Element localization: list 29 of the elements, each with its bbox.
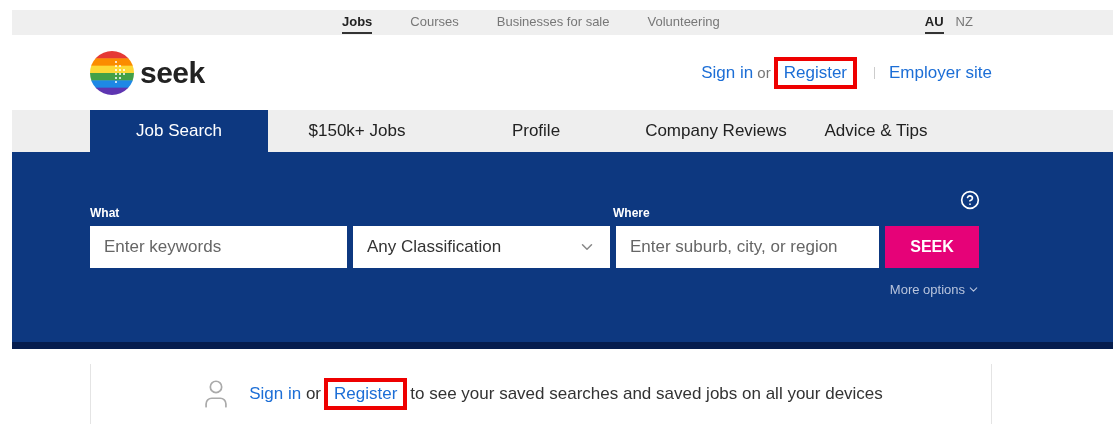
- banner-text: to see your saved searches and saved jobs on all your devices: [410, 384, 883, 404]
- sign-in-link[interactable]: Sign in: [249, 384, 302, 404]
- rainbow-circle-logo-icon: [90, 50, 134, 95]
- register-link[interactable]: Register: [773, 56, 857, 89]
- top-nav-link[interactable]: Courses: [410, 11, 459, 34]
- classification-select[interactable]: Any Classification: [353, 226, 610, 268]
- nav-tab[interactable]: Profile: [446, 110, 626, 152]
- or-text: or: [756, 64, 771, 81]
- or-text: or: [304, 384, 321, 404]
- location-field[interactable]: Enter suburb, city, or region: [616, 226, 879, 268]
- help-icon[interactable]: [960, 190, 980, 210]
- top-nav-link[interactable]: Jobs: [342, 11, 373, 34]
- nav-tab[interactable]: Company Reviews: [626, 110, 806, 152]
- top-nav-link[interactable]: Businesses for sale: [496, 11, 610, 34]
- nav-tab[interactable]: Advice & Tips: [806, 110, 946, 152]
- region-link[interactable]: NZ: [955, 11, 973, 34]
- register-link[interactable]: Register: [324, 378, 408, 410]
- nav-tab[interactable]: Job Search: [90, 110, 268, 152]
- what-label: What: [90, 206, 121, 220]
- employer-site-link[interactable]: Employer site: [889, 62, 992, 83]
- nav-tab[interactable]: $150k+ Jobs: [268, 110, 446, 152]
- logo-text: seek: [140, 55, 205, 90]
- keywords-field[interactable]: Enter keywords: [90, 226, 347, 268]
- region-link[interactable]: AU: [924, 11, 944, 34]
- where-label: Where: [613, 206, 650, 220]
- top-nav-link[interactable]: Volunteering: [647, 11, 720, 34]
- sign-in-link[interactable]: Sign in: [701, 62, 754, 83]
- more-options-link[interactable]: More options: [889, 282, 980, 297]
- seek-button[interactable]: SEEK: [885, 226, 979, 268]
